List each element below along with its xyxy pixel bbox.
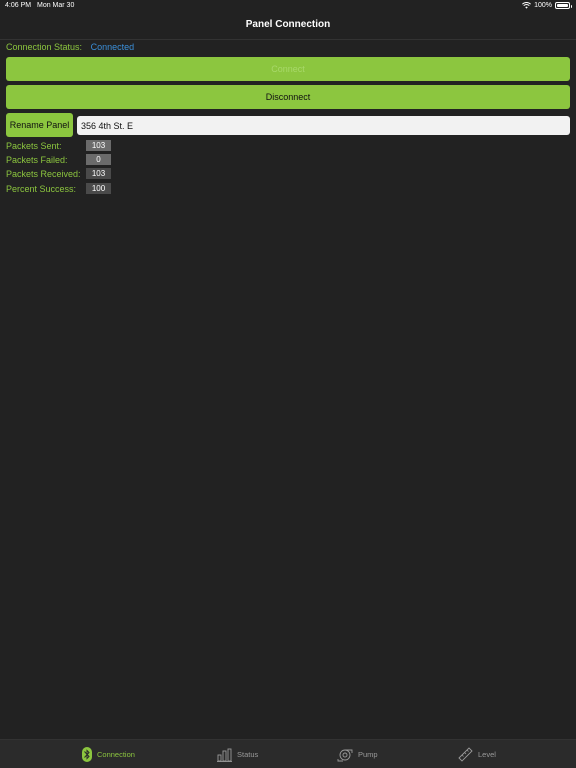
connection-status-value: Connected [90,42,135,52]
status-right: 100% [522,2,572,9]
rename-panel-button[interactable]: Rename Panel [6,113,73,137]
stat-value: 103 [86,140,111,151]
stat-value: 0 [86,154,111,165]
tab-label: Pump [358,750,378,759]
tab-pump[interactable]: Pump [337,740,378,768]
tab-bar: Connection Status Pump Level [0,739,576,768]
tab-level[interactable]: Level [458,740,496,768]
status-bar: 4:06 PM Mon Mar 30 100% [0,0,576,12]
page-title: Panel Connection [245,19,331,30]
connection-status: Connection Status: Connected [6,42,134,52]
connection-status-label: Connection Status: [6,42,83,52]
pump-icon [337,749,353,761]
panel-name-input[interactable]: 356 4th St. E [77,116,570,135]
status-time: 4:06 PM [5,2,32,9]
nav-bar: Panel Connection [0,12,576,40]
connect-button[interactable]: Connect [6,57,570,81]
stat-packets-failed: Packets Failed: 0 [6,154,206,166]
ruler-icon [458,747,473,762]
stat-label: Packets Received: [6,169,81,179]
stat-label: Packets Failed: [6,155,68,165]
disconnect-button[interactable]: Disconnect [6,85,570,109]
bluetooth-icon [82,747,92,762]
status-date: Mon Mar 30 [37,2,75,9]
battery-percent: 100% [534,2,552,9]
stat-packets-received: Packets Received: 103 [6,168,206,180]
tab-connection[interactable]: Connection [82,740,135,768]
stat-value: 100 [86,183,111,194]
tab-label: Status [237,750,259,759]
stat-value: 103 [86,168,111,179]
wifi-icon [522,2,532,9]
tab-status[interactable]: Status [217,740,258,768]
battery-icon [555,2,572,9]
stat-label: Percent Success: [6,184,77,194]
stat-label: Packets Sent: [6,141,62,151]
stat-packets-sent: Packets Sent: 103 [6,140,206,152]
tab-label: Level [478,750,496,759]
tab-label: Connection [97,750,135,759]
bar-chart-icon [217,748,232,762]
stat-percent-success: Percent Success: 100 [6,183,206,195]
